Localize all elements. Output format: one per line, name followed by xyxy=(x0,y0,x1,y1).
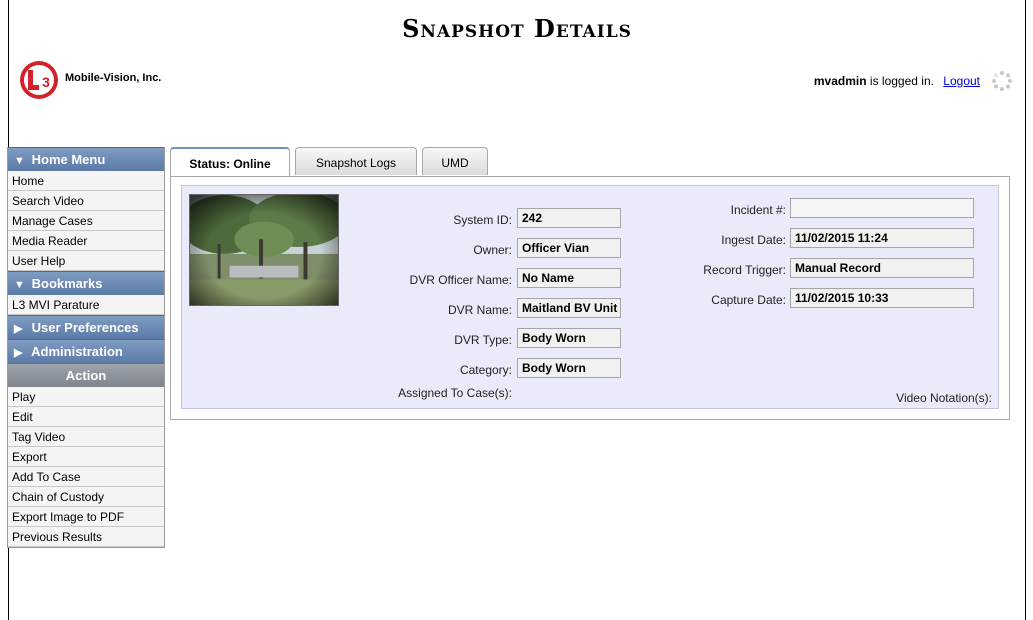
category-label: Category: xyxy=(459,363,512,377)
dvr-officer-name-label: DVR Officer Name: xyxy=(409,273,512,287)
video-notations-label: Video Notation(s): xyxy=(896,391,992,405)
nav-item-l3-mvi-parature[interactable]: L3 MVI Parature xyxy=(8,295,164,315)
record-trigger-label: Record Trigger: xyxy=(703,263,786,277)
nav-item-user-help[interactable]: User Help xyxy=(8,251,164,271)
nav-item-search-video[interactable]: Search Video xyxy=(8,191,164,211)
collapse-down-icon: ▼ xyxy=(14,279,25,291)
action-header: Action xyxy=(8,363,164,387)
user-preferences-header[interactable]: ▶ User Preferences xyxy=(8,315,164,339)
nav-item-home[interactable]: Home xyxy=(8,171,164,191)
dvr-type-field: Body Worn xyxy=(517,328,621,348)
owner-label: Owner: xyxy=(473,243,512,257)
assigned-to-cases-label: Assigned To Case(s): xyxy=(398,386,512,400)
action-add-to-case[interactable]: Add To Case xyxy=(8,467,164,487)
action-export-image-pdf[interactable]: Export Image to PDF xyxy=(8,507,164,527)
loading-spinner-icon xyxy=(992,71,1012,91)
dvr-type-label: DVR Type: xyxy=(454,333,512,347)
system-id-field: 242 xyxy=(517,208,621,228)
dvr-officer-name-field: No Name xyxy=(517,268,621,288)
home-menu-header[interactable]: ▼ Home Menu xyxy=(8,147,164,171)
category-field: Body Worn xyxy=(517,358,621,378)
owner-field: Officer Vian xyxy=(517,238,621,258)
system-id-label: System ID: xyxy=(453,213,512,227)
dvr-name-label: DVR Name: xyxy=(447,303,512,317)
user-preferences-label: User Preferences xyxy=(31,320,139,335)
administration-header[interactable]: ▶ Administration xyxy=(8,339,164,363)
action-edit[interactable]: Edit xyxy=(8,407,164,427)
logout-link[interactable]: Logout xyxy=(943,74,980,88)
nav-item-media-reader[interactable]: Media Reader xyxy=(8,231,164,251)
nav-item-manage-cases[interactable]: Manage Cases xyxy=(8,211,164,231)
action-previous-results[interactable]: Previous Results xyxy=(8,527,164,547)
action-tag-video[interactable]: Tag Video xyxy=(8,427,164,447)
brand-name: Mobile-Vision, Inc. xyxy=(65,72,162,84)
left-navigation: ▼ Home Menu Home Search Video Manage Cas… xyxy=(7,147,165,548)
l3-logo: 3 xyxy=(20,61,58,99)
administration-label: Administration xyxy=(31,344,123,359)
details-panel: System ID: 242 Owner: Officer Vian DVR O… xyxy=(181,185,999,409)
login-status: mvadmin is logged in. Logout xyxy=(814,74,980,88)
capture-date-label: Capture Date: xyxy=(711,293,786,307)
bookmarks-header[interactable]: ▼ Bookmarks xyxy=(8,271,164,295)
action-export[interactable]: Export xyxy=(8,447,164,467)
action-chain-of-custody[interactable]: Chain of Custody xyxy=(8,487,164,507)
record-trigger-field: Manual Record xyxy=(790,258,974,278)
svg-text:3: 3 xyxy=(42,74,50,90)
incident-field xyxy=(790,198,974,218)
username: mvadmin xyxy=(813,74,867,88)
logged-in-text: is logged in. xyxy=(869,74,934,88)
expand-right-icon: ▶ xyxy=(14,347,23,359)
expand-right-icon: ▶ xyxy=(14,323,23,335)
incident-label: Incident #: xyxy=(730,203,786,217)
dvr-name-field: Maitland BV Unit xyxy=(517,298,621,318)
tab-snapshot-logs[interactable]: Snapshot Logs xyxy=(295,147,417,175)
page-title: Snapshot Details xyxy=(402,14,632,43)
bookmarks-label: Bookmarks xyxy=(31,276,103,291)
capture-date-field: 11/02/2015 10:33 xyxy=(790,288,974,308)
ingest-date-label: Ingest Date: xyxy=(721,233,786,247)
collapse-down-icon: ▼ xyxy=(14,155,25,167)
home-menu-label: Home Menu xyxy=(31,152,106,167)
snapshot-thumbnail[interactable] xyxy=(189,194,339,306)
tab-umd[interactable]: UMD xyxy=(422,147,488,175)
tab-status-online[interactable]: Status: Online xyxy=(170,147,290,177)
tab-content: System ID: 242 Owner: Officer Vian DVR O… xyxy=(170,176,1010,420)
ingest-date-field: 11/02/2015 11:24 xyxy=(790,228,974,248)
action-play[interactable]: Play xyxy=(8,387,164,407)
